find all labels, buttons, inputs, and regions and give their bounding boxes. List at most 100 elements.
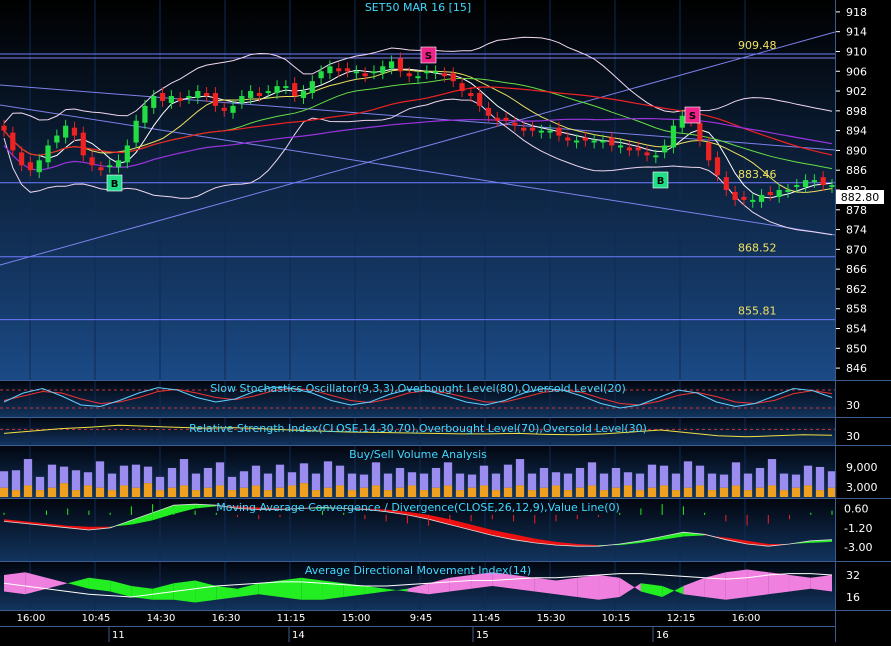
date-label: 15 bbox=[476, 630, 489, 641]
volume-bar-buy bbox=[599, 473, 609, 491]
candle-body bbox=[758, 194, 765, 202]
candle-body bbox=[477, 93, 483, 106]
volume-bar-sell bbox=[815, 490, 825, 497]
candle-body bbox=[503, 117, 509, 121]
volume-bar-buy bbox=[407, 472, 417, 486]
volume-bar-buy bbox=[47, 464, 57, 488]
volume-bar-sell bbox=[671, 490, 681, 497]
volume-y-label: 9,000 bbox=[846, 461, 878, 474]
candle-body bbox=[538, 130, 544, 133]
candle-body bbox=[80, 132, 86, 156]
candle-body bbox=[529, 127, 536, 131]
candle-body bbox=[600, 140, 606, 143]
candle-body bbox=[767, 191, 773, 195]
candle-body bbox=[811, 180, 817, 183]
volume-bar-sell bbox=[215, 485, 225, 497]
volume-bar-sell bbox=[683, 487, 693, 497]
volume-bar-sell bbox=[191, 490, 201, 497]
volume-bar-buy bbox=[119, 465, 129, 486]
candle-body bbox=[45, 145, 51, 163]
level-label: 909.48 bbox=[738, 39, 777, 52]
candle-body bbox=[433, 71, 439, 74]
y-tick-label: 902 bbox=[846, 85, 867, 98]
volume-bar-buy bbox=[827, 471, 837, 488]
volume-bar-buy bbox=[491, 473, 501, 491]
candle-body bbox=[27, 162, 34, 171]
volume-bar-buy bbox=[155, 476, 165, 491]
volume-bar-buy bbox=[107, 473, 117, 491]
candle-body bbox=[186, 96, 192, 98]
candle-body bbox=[415, 76, 421, 79]
candle-body bbox=[450, 73, 456, 82]
volume-bar-buy bbox=[35, 476, 45, 491]
volume-bar-sell bbox=[575, 487, 585, 497]
candle-body bbox=[71, 127, 78, 136]
volume-title: Buy/Sell Volume Analysis bbox=[349, 448, 487, 461]
volume-bar-sell bbox=[407, 485, 417, 497]
volume-bar-buy bbox=[575, 467, 585, 488]
candle-body bbox=[239, 96, 245, 103]
volume-bar-sell bbox=[107, 490, 117, 497]
adx-fill-segment bbox=[747, 569, 769, 597]
chart-canvas[interactable]: 909.48883.46868.52855.81BSBS 16:00 10:45 1… bbox=[0, 0, 891, 642]
volume-bar-buy bbox=[239, 471, 249, 488]
candle-body bbox=[151, 96, 157, 108]
adx-fill-segment bbox=[789, 575, 811, 592]
volume-bar-sell bbox=[131, 487, 141, 497]
candle-body bbox=[292, 83, 298, 96]
macd-y-label: -1.20 bbox=[844, 522, 872, 535]
candle-body bbox=[98, 167, 104, 171]
candle-body bbox=[776, 190, 782, 197]
adx-fill-segment bbox=[556, 577, 578, 597]
candle-body bbox=[406, 73, 412, 77]
candle-body bbox=[706, 142, 712, 161]
volume-bar-buy bbox=[635, 473, 645, 491]
volume-bar-sell bbox=[611, 487, 621, 497]
candle-body bbox=[336, 68, 342, 72]
volume-bar-buy bbox=[371, 462, 381, 486]
y-tick-label: 914 bbox=[846, 26, 867, 39]
volume-bar-sell bbox=[83, 485, 93, 497]
volume-bar-buy bbox=[551, 472, 561, 486]
date-label: 14 bbox=[292, 630, 305, 641]
candle-body bbox=[723, 177, 729, 190]
volume-bar-buy bbox=[815, 466, 825, 491]
date-label: 16 bbox=[656, 630, 669, 641]
candle-body bbox=[750, 199, 756, 202]
volume-bar-sell bbox=[791, 487, 801, 497]
volume-bar-sell bbox=[119, 485, 129, 497]
adx-fill-segment bbox=[513, 575, 535, 592]
candle-body bbox=[107, 165, 113, 168]
candle-body bbox=[670, 125, 677, 148]
volume-bar-sell bbox=[827, 487, 837, 497]
volume-bar-sell bbox=[515, 485, 525, 497]
volume-y-label: 3,000 bbox=[846, 481, 878, 494]
volume-bar-sell bbox=[563, 490, 573, 497]
volume-bar-buy bbox=[299, 463, 309, 484]
candle-body bbox=[662, 145, 668, 153]
macd-y-label: -3.00 bbox=[844, 541, 872, 554]
volume-bar-sell bbox=[743, 490, 753, 497]
candle-body bbox=[521, 127, 527, 131]
macd-title: Moving Average Convergence / Divergence(… bbox=[216, 501, 620, 514]
volume-bar-sell bbox=[23, 485, 33, 497]
volume-bar-sell bbox=[299, 483, 309, 497]
y-tick-label: 854 bbox=[846, 323, 867, 336]
y-tick-label: 918 bbox=[846, 6, 867, 19]
adx-y-label: 16 bbox=[846, 591, 860, 604]
y-tick-label: 890 bbox=[846, 144, 867, 157]
candle-body bbox=[573, 140, 580, 143]
candle-body bbox=[653, 155, 659, 158]
candle-body bbox=[820, 177, 826, 186]
adx-fill-segment bbox=[768, 572, 790, 595]
candle-body bbox=[591, 140, 597, 143]
volume-bar-sell bbox=[371, 485, 381, 497]
level-label: 855.81 bbox=[738, 305, 777, 318]
volume-bar-sell bbox=[167, 487, 177, 497]
volume-bar-sell bbox=[479, 485, 489, 497]
volume-bar-buy bbox=[191, 473, 201, 491]
y-tick-label: 870 bbox=[846, 243, 867, 256]
volume-bar-sell bbox=[203, 487, 213, 497]
candle-body bbox=[380, 66, 386, 74]
volume-bar-buy bbox=[179, 459, 189, 486]
